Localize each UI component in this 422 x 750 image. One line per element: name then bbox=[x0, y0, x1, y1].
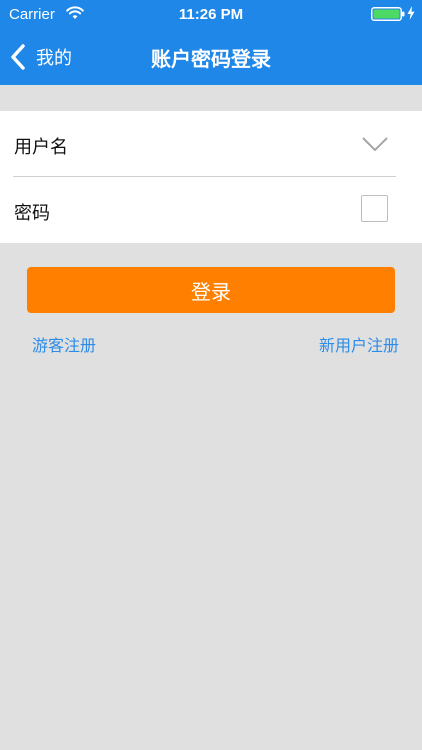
charging-bolt-icon bbox=[407, 6, 415, 20]
login-screen: Carrier 11:26 PM 我的 账户密码登录 用户名 密码 登录 游客注… bbox=[0, 0, 422, 750]
header: Carrier 11:26 PM 我的 账户密码登录 bbox=[0, 0, 422, 85]
username-label: 用户名 bbox=[14, 137, 68, 158]
password-row: 密码 bbox=[0, 177, 422, 243]
nav-bar: 我的 账户密码登录 bbox=[0, 30, 422, 85]
login-form: 用户名 密码 bbox=[0, 111, 422, 243]
battery-icon bbox=[371, 7, 405, 21]
username-row: 用户名 bbox=[0, 111, 422, 177]
page-title: 账户密码登录 bbox=[151, 47, 271, 71]
status-bar: Carrier 11:26 PM bbox=[0, 0, 422, 30]
chevron-down-icon[interactable] bbox=[360, 133, 390, 155]
clock: 11:26 PM bbox=[178, 6, 244, 23]
guest-register-link[interactable]: 游客注册 bbox=[32, 332, 96, 356]
checkbox-icon[interactable] bbox=[361, 195, 388, 222]
password-input[interactable] bbox=[110, 191, 340, 229]
password-label: 密码 bbox=[14, 203, 50, 224]
new-user-register-link[interactable]: 新用户注册 bbox=[319, 332, 399, 356]
username-input[interactable] bbox=[110, 125, 340, 163]
login-button[interactable]: 登录 bbox=[27, 267, 395, 313]
